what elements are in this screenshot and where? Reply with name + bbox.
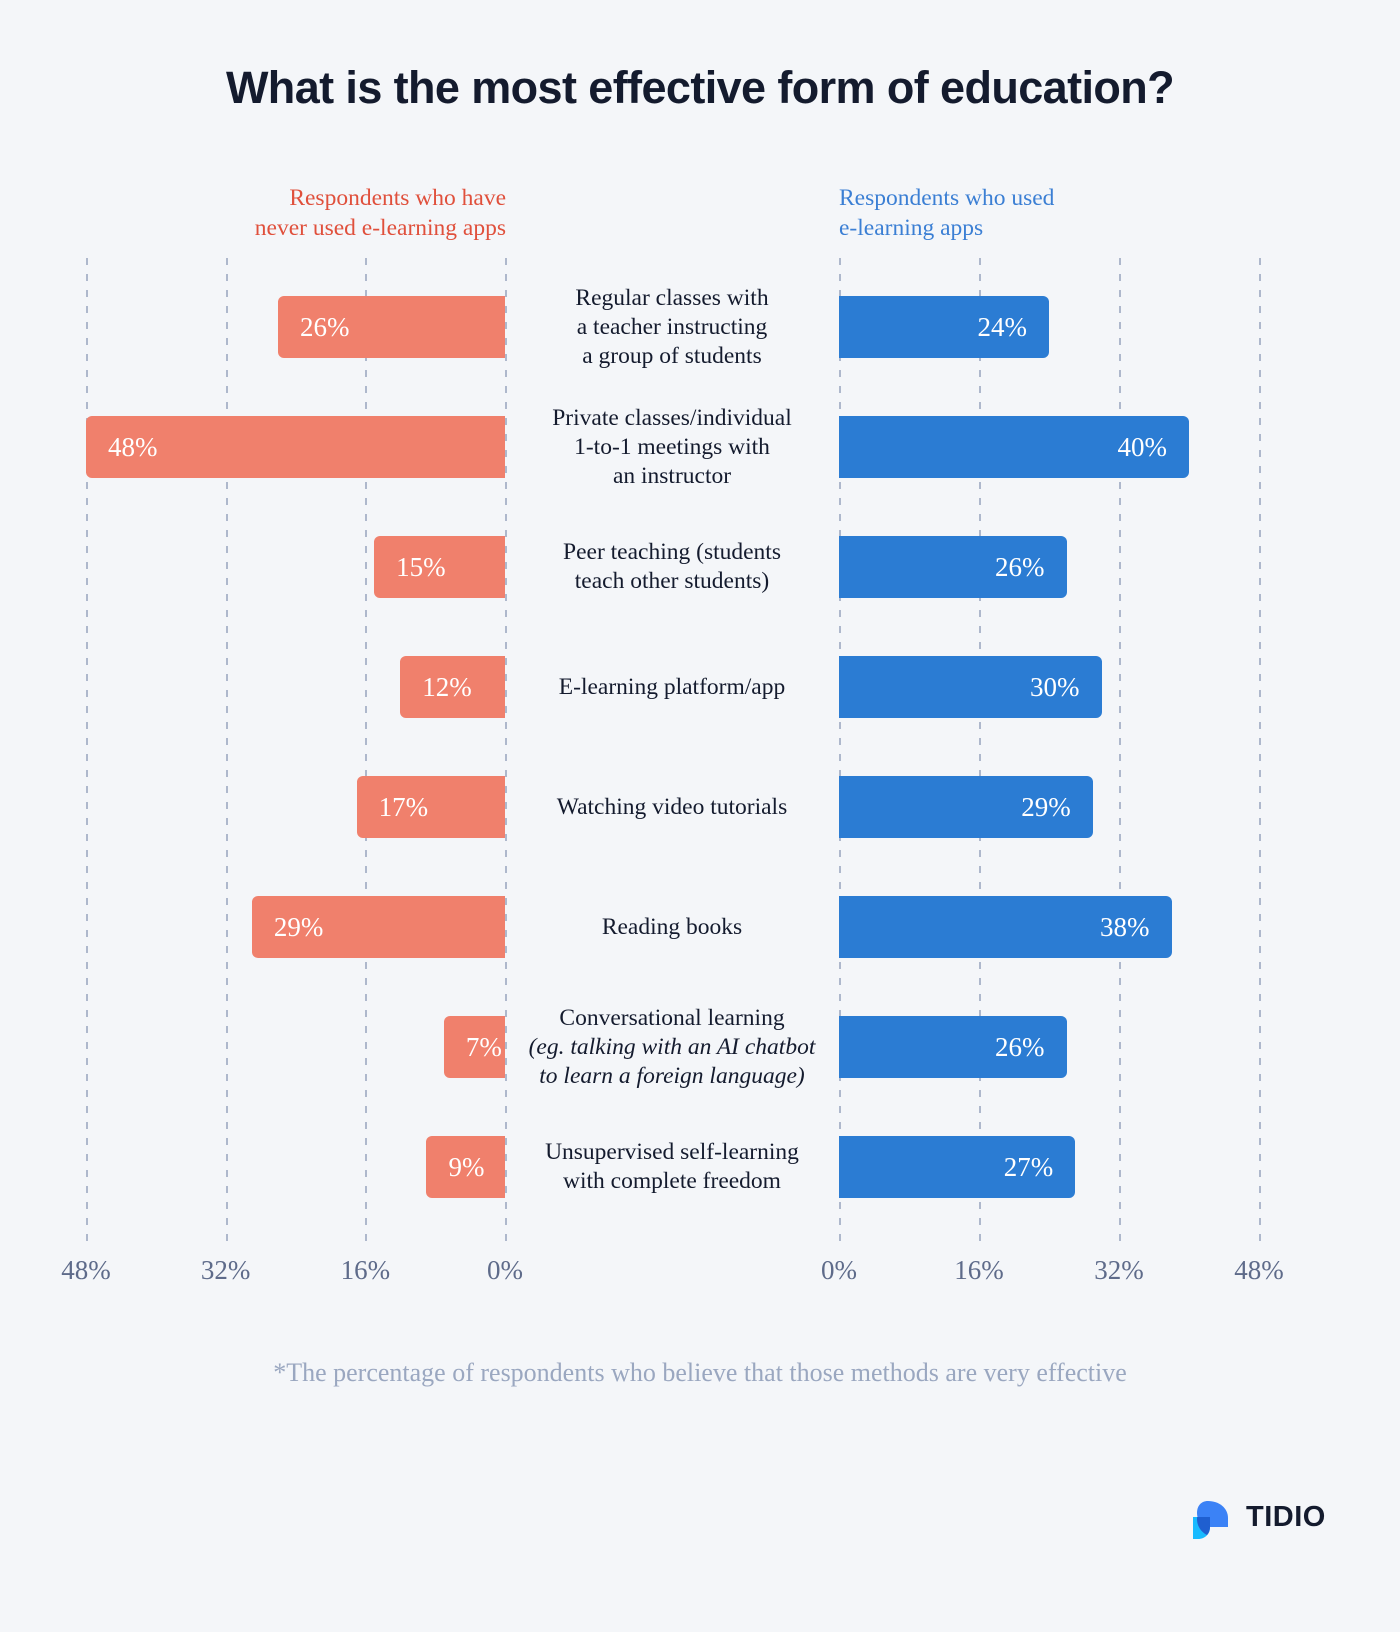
bar-right-used: 40% xyxy=(839,416,1189,478)
category-label: Unsupervised self-learning with complete … xyxy=(518,1138,826,1196)
bar-value-label: 29% xyxy=(1021,791,1071,822)
category-label: Watching video tutorials xyxy=(518,793,826,822)
gridline-left-16 xyxy=(365,258,368,1243)
bar-value-label: 26% xyxy=(995,551,1045,582)
bar-left-never-used: 12% xyxy=(400,656,505,718)
x-tick-left-32: 32% xyxy=(200,1255,251,1285)
legend-left-label: Respondents who have never used e-learni… xyxy=(86,183,506,243)
bar-left-never-used: 26% xyxy=(278,296,505,358)
bar-left-never-used: 9% xyxy=(426,1136,505,1198)
category-label-line: Watching video tutorials xyxy=(556,793,788,820)
tidio-chat-bubble-icon xyxy=(1193,1501,1228,1539)
bar-value-label: 26% xyxy=(995,1031,1045,1062)
bar-value-label: 7% xyxy=(465,1031,502,1062)
x-tick-left-48: 48% xyxy=(61,1255,111,1285)
chart-row: 7% 26% Conversational learning (eg. talking… xyxy=(0,1005,1400,1089)
x-tick-right-16: 16% xyxy=(954,1255,1004,1285)
category-label-line: Regular classes with xyxy=(575,284,769,311)
chart-row: 17% 29% Watching video tutorials xyxy=(0,776,1400,838)
x-tick-right-32: 32% xyxy=(1094,1255,1144,1285)
tidio-logo: TIDIO xyxy=(1188,1493,1360,1547)
x-tick-left-0: 0% xyxy=(487,1255,523,1285)
category-label: Regular classes with a teacher instructin… xyxy=(518,284,826,371)
gridline-right-16 xyxy=(979,258,981,1243)
chart-row: 26% 24% Regular classes with a teacher inst… xyxy=(0,285,1400,369)
legend-left-line2: never used e-learning apps xyxy=(254,215,506,241)
bar-value-label: 48% xyxy=(108,431,158,462)
chart-row: 48% 40% Private classes/individual 1-to-1 m… xyxy=(0,405,1400,489)
chart-footnote: *The percentage of respondents who belie… xyxy=(273,1358,1127,1387)
page-title: What is the most effective form of educa… xyxy=(225,62,1175,113)
category-label: Reading books xyxy=(518,913,826,942)
category-label-line: Peer teaching (students xyxy=(563,539,781,565)
category-label-line-italic: to learn a foreign language) xyxy=(539,1062,805,1089)
category-label: E-learning platform/app xyxy=(518,673,826,702)
category-label-line: with complete freedom xyxy=(563,1168,781,1194)
gridline-left-48 xyxy=(86,258,88,1243)
category-label-line: 1-to-1 meetings with xyxy=(574,433,770,460)
gridline-left-32 xyxy=(225,258,228,1243)
bar-left-never-used: 29% xyxy=(251,896,505,958)
bar-value-label: 12% xyxy=(422,671,472,702)
bar-right-used: 38% xyxy=(839,896,1172,958)
chart-row: 29% 38% Reading books xyxy=(0,896,1400,958)
bar-right-used: 26% xyxy=(839,1016,1067,1078)
bar-value-label: 40% xyxy=(1117,431,1168,462)
chart-row: 15% 26% Peer teaching (students teach other… xyxy=(0,536,1400,598)
category-label: Conversational learning (eg. talking with… xyxy=(518,1004,826,1091)
category-label-line: a teacher instructing xyxy=(576,313,768,340)
chart-plot-area: 26% 24% Regular classes with a teacher inst… xyxy=(0,258,1400,1243)
bar-right-used: 27% xyxy=(839,1136,1076,1198)
legend-right-line1: Respondents who used xyxy=(839,185,1055,211)
category-label: Private classes/individual 1-to-1 meeting… xyxy=(518,404,826,491)
bar-right-used: 24% xyxy=(839,296,1049,358)
category-label-line: E-learning platform/app xyxy=(558,673,786,700)
gridline-left-0 xyxy=(505,258,507,1243)
category-label-line: an instructor xyxy=(612,462,732,489)
bar-value-label: 30% xyxy=(1030,671,1080,702)
legend-right-line2: e-learning apps xyxy=(839,215,984,241)
category-label-line-italic: (eg. talking with an AI chatbot xyxy=(528,1033,816,1060)
bar-right-used: 30% xyxy=(839,656,1102,718)
x-tick-right-48: 48% xyxy=(1234,1255,1284,1285)
bar-value-label: 15% xyxy=(396,551,446,582)
tidio-wordmark: TIDIO xyxy=(1246,1501,1326,1533)
category-label-line: Private classes/individual xyxy=(552,404,792,431)
gridline-right-0 xyxy=(839,258,841,1243)
x-tick-left-16: 16% xyxy=(340,1255,391,1285)
bar-left-never-used: 7% xyxy=(443,1016,505,1078)
bar-left-never-used: 48% xyxy=(86,416,505,478)
x-axis-tick-labels: 48% 32% 16% 0% 0% 16% 32% 48% xyxy=(0,1255,1400,1315)
bar-value-label: 38% xyxy=(1100,911,1150,942)
chart-row: 12% 30% E-learning platform/app xyxy=(0,656,1400,718)
legend-left-line1: Respondents who have xyxy=(289,185,506,211)
legend-right-label: Respondents who used e-learning apps xyxy=(839,183,1259,243)
category-label-line: Conversational learning xyxy=(559,1004,785,1031)
gridline-right-32 xyxy=(1119,258,1121,1243)
gridline-right-48 xyxy=(1259,258,1261,1243)
category-label-line: Unsupervised self-learning xyxy=(545,1139,799,1165)
bar-left-never-used: 17% xyxy=(356,776,505,838)
bar-left-never-used: 15% xyxy=(374,536,505,598)
category-label-line: teach other students) xyxy=(574,568,770,594)
chart-row: 9% 27% Unsupervised self-learning with comp… xyxy=(0,1136,1400,1198)
bar-value-label: 29% xyxy=(273,911,324,942)
bar-right-used: 29% xyxy=(839,776,1093,838)
bar-value-label: 27% xyxy=(1003,1151,1054,1182)
bar-value-label: 9% xyxy=(448,1151,485,1182)
category-label: Peer teaching (students teach other stude… xyxy=(518,538,826,596)
bar-right-used: 26% xyxy=(839,536,1067,598)
category-label-line: Reading books xyxy=(601,913,743,940)
bar-value-label: 26% xyxy=(300,311,350,342)
bar-value-label: 24% xyxy=(977,311,1028,342)
x-tick-right-0: 0% xyxy=(821,1255,857,1285)
bar-value-label: 17% xyxy=(378,791,429,822)
category-label-line: a group of students xyxy=(582,342,762,369)
